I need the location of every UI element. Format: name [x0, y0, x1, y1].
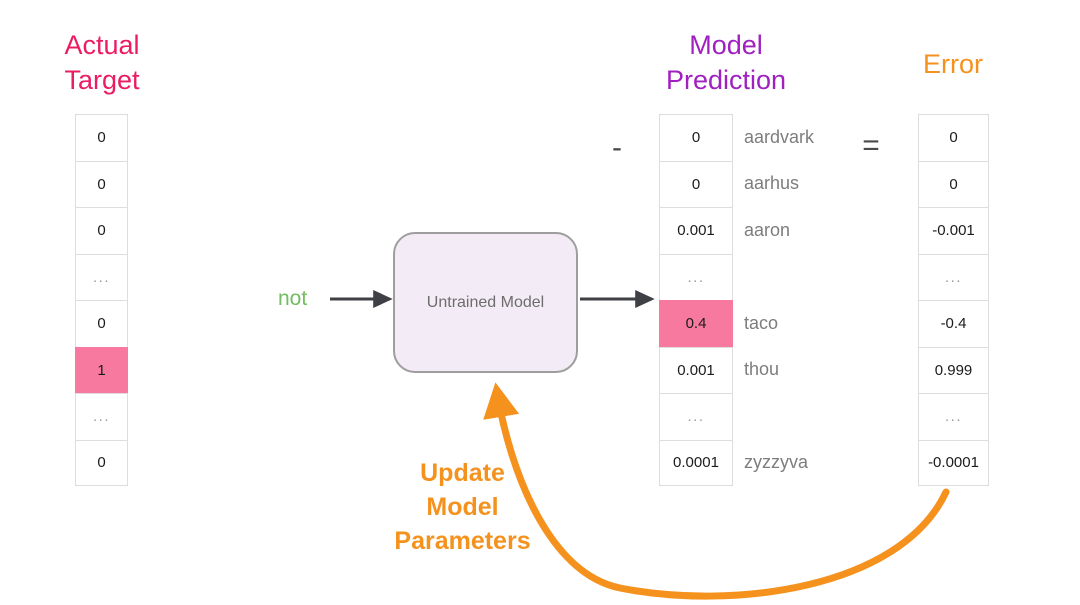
equals-operator: = [862, 129, 880, 162]
error-cell: 0 [918, 160, 989, 207]
minus-operator: - [612, 131, 622, 164]
model-prediction-cell: 0.0001 [659, 439, 733, 486]
vocabulary-label: thou [744, 359, 780, 380]
model-prediction-cell: ... [659, 393, 733, 440]
vocabulary-label: taco [744, 312, 779, 333]
model-prediction-cell: ... [659, 253, 733, 300]
actual-target-cell: 0 [75, 160, 128, 207]
actual-target-cell: 0 [75, 439, 128, 486]
error-cell: ... [918, 393, 989, 440]
update-parameters-caption: Update Model Parameters [394, 459, 531, 555]
actual-target-column: 0 0 0... 0 1... 0 [75, 114, 128, 486]
error-cell: -0.001 [918, 207, 989, 254]
model-prediction-cell: 0.001 [659, 346, 733, 393]
actual-target-cell: 0 [75, 207, 128, 254]
error-cell: ... [918, 253, 989, 300]
vocabulary-label [744, 393, 864, 440]
error-cell: 0.999 [918, 346, 989, 393]
diagram-canvas: Actual Target Model Prediction Error 000… [0, 0, 1080, 605]
model-prediction-cell: 0.001 [659, 207, 733, 254]
model-prediction-cell: 0 [659, 160, 733, 207]
actual-target-cell: 1 [75, 346, 128, 393]
error-cell: -0.4 [918, 300, 989, 347]
model-prediction-cell: 0 [659, 114, 733, 161]
model-prediction-cell: 0.4 [659, 300, 733, 347]
model-prediction-column: 0 0 0.001... 0.4 0.001... 0.0001 [659, 114, 733, 486]
untrained-model-box: Untrained Model [393, 232, 578, 373]
error-heading: Error [923, 49, 983, 79]
actual-target-heading: Actual Target [64, 30, 140, 95]
error-column: 0 0 -0.001... -0.4 0.999... -0.0001 [918, 114, 989, 486]
untrained-model-label: Untrained Model [426, 293, 545, 311]
error-cell: 0 [918, 114, 989, 161]
actual-target-cell: 0 [75, 300, 128, 347]
error-cell: -0.0001 [918, 439, 989, 486]
actual-target-cell: 0 [75, 114, 128, 161]
vocabulary-label: aardvark [744, 126, 815, 147]
model-prediction-heading: Model Prediction [665, 30, 787, 95]
vocabulary-label-list: aardvark aarhus aaron taco thou zyzzyva [744, 114, 864, 486]
vocabulary-label: aaron [744, 219, 791, 240]
vocabulary-label: zyzzyva [744, 452, 809, 473]
actual-target-cell: ... [75, 393, 128, 440]
vocabulary-label: aarhus [744, 173, 800, 194]
input-token-label: not [278, 287, 308, 310]
actual-target-cell: ... [75, 253, 128, 300]
vocabulary-label [744, 254, 864, 301]
